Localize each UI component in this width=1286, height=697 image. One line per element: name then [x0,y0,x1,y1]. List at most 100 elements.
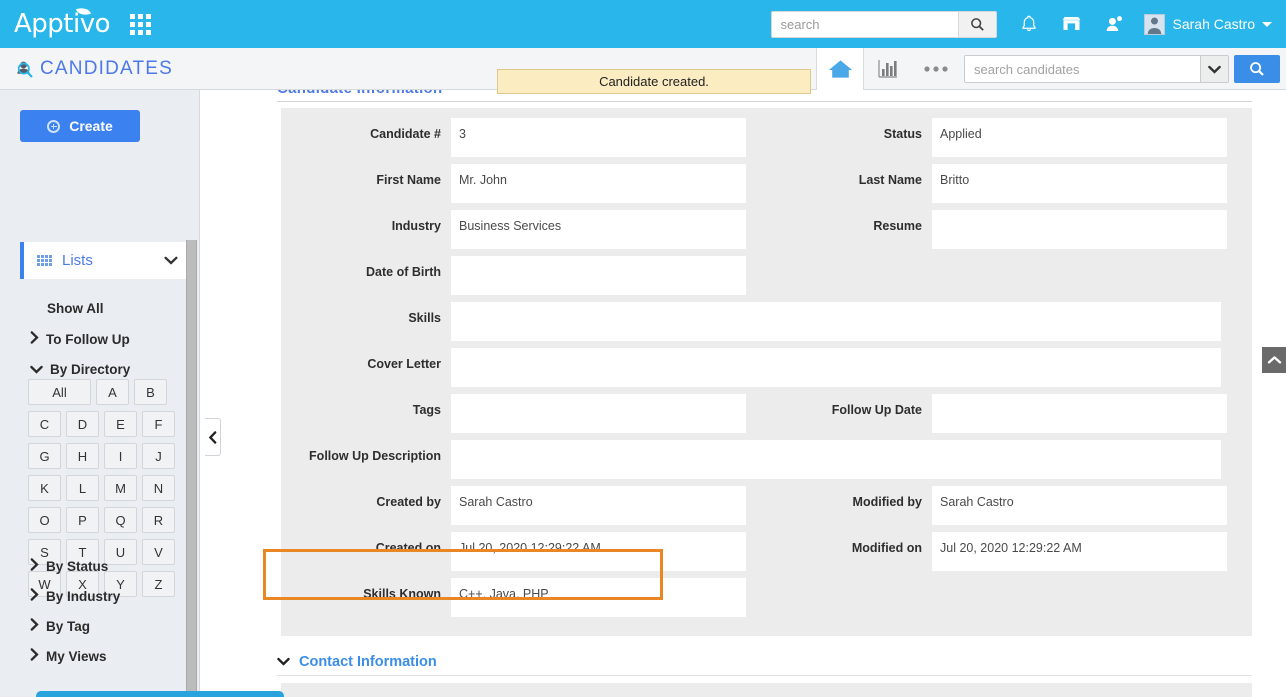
sidebar-item-by-industry[interactable]: By Industry [0,583,190,609]
chevron-right-icon [30,331,39,347]
alpha-button-o[interactable]: O [28,507,61,533]
alpha-button-n[interactable]: N [142,475,175,501]
avatar [1144,14,1165,35]
field-row-skills-known: Skills Known C++, Java, PHP [281,578,1252,617]
candidate-search-button[interactable] [1234,55,1280,83]
alpha-button-l[interactable]: L [66,475,99,501]
date-of-birth-label: Date of Birth [281,256,451,279]
grid-apps-icon[interactable] [130,14,151,35]
follow-up-date-label: Follow Up Date [764,394,932,417]
candidate-search [964,55,1280,83]
alpha-button-e[interactable]: E [104,411,137,437]
first-name-value[interactable]: Mr. John [451,164,746,203]
alpha-button-c[interactable]: C [28,411,61,437]
candidate-number-value[interactable]: 3 [451,118,746,157]
date-of-birth-value[interactable] [451,256,746,295]
more-options-button[interactable] [912,48,960,90]
contact-information-header[interactable]: Contact Information [277,653,437,671]
field-row-names: First Name Mr. John Last Name Britto [281,164,1252,203]
user-menu[interactable]: Sarah Castro [1144,14,1272,35]
chevron-right-icon [30,588,39,604]
contacts-button[interactable] [1104,14,1124,34]
sidebar-item-label: To Follow Up [46,332,130,347]
field-row-dob: Date of Birth [281,256,1252,295]
skills-known-label: Skills Known [281,578,451,601]
home-button[interactable] [816,48,864,90]
resume-label: Resume [764,210,932,233]
alpha-button-b[interactable]: B [134,379,167,405]
field-row-cover-letter: Cover Letter [281,348,1252,387]
created-by-label: Created by [281,486,451,509]
module-toolbar [816,48,1286,90]
skills-value[interactable] [451,302,1221,341]
alpha-button-a[interactable]: A [96,379,129,405]
top-bar-right: Sarah Castro [771,11,1286,38]
alpha-button-k[interactable]: K [28,475,61,501]
cover-letter-label: Cover Letter [281,348,451,371]
sidebar-item-by-status[interactable]: By Status [0,553,190,579]
modified-on-label: Modified on [764,532,932,555]
chevron-down-icon [164,252,178,270]
alpha-button-i[interactable]: I [104,443,137,469]
alpha-button-h[interactable]: H [66,443,99,469]
alpha-button-all[interactable]: All [28,379,91,405]
chevron-down-icon [1262,22,1272,27]
left-sidebar: Create Lists Show All To Follow Up [0,90,200,697]
create-button[interactable]: Create [20,110,140,142]
alpha-button-f[interactable]: F [142,411,175,437]
follow-up-date-value[interactable] [932,394,1227,433]
sidebar-collapse-handle[interactable] [205,418,221,456]
skills-known-value[interactable]: C++, Java, PHP [451,578,746,617]
modified-on-value: Jul 20, 2020 12:29:22 AM [932,532,1227,571]
reports-button[interactable] [864,48,912,90]
sidebar-scrollbar[interactable] [186,240,197,697]
alpha-button-g[interactable]: G [28,443,61,469]
candidate-search-input[interactable] [965,56,1200,82]
brand-name: Apptivo [14,9,110,39]
sidebar-item-to-follow-up[interactable]: To Follow Up [0,326,190,352]
cover-letter-value[interactable] [451,348,1221,387]
avatar-icon [1145,15,1164,34]
toast-message: Candidate created. [599,74,709,89]
user-name: Sarah Castro [1173,16,1255,32]
tags-label: Tags [281,394,451,417]
global-search-button[interactable] [958,12,996,37]
store-icon [1061,14,1082,34]
apptivo-logo[interactable]: Apptivo [14,9,110,39]
alpha-button-q[interactable]: Q [104,507,137,533]
field-row-created-modified-by: Created by Sarah Castro Modified by Sara… [281,486,1252,525]
alpha-button-r[interactable]: R [142,507,175,533]
global-search-input[interactable] [772,12,958,37]
first-name-label: First Name [281,164,451,187]
sidebar-item-show-all[interactable]: Show All [0,295,190,321]
sidebar-item-by-tag[interactable]: By Tag [0,613,190,639]
alphabet-row: C D E F [28,411,188,437]
alpha-button-m[interactable]: M [104,475,137,501]
bar-chart-icon [876,58,900,80]
modified-by-label: Modified by [764,486,932,509]
follow-up-description-value[interactable] [451,440,1221,479]
candidate-information-header[interactable]: Candidate Information [277,90,442,97]
created-on-label: Created on [281,532,451,555]
tags-value[interactable] [451,394,746,433]
notifications-button[interactable] [1019,14,1039,34]
scroll-to-top-button[interactable] [1262,347,1286,373]
alphabet-row: All A B [28,379,188,405]
notification-toast: Candidate created. [497,69,811,94]
alpha-button-p[interactable]: P [66,507,99,533]
candidate-number-label: Candidate # [281,118,451,141]
alpha-button-j[interactable]: J [142,443,175,469]
status-value[interactable]: Applied [932,118,1227,157]
modified-by-value: Sarah Castro [932,486,1227,525]
alpha-button-d[interactable]: D [66,411,99,437]
resume-value[interactable] [932,210,1227,249]
industry-value[interactable]: Business Services [451,210,746,249]
contact-section-title: Contact Information [299,654,437,670]
marketplace-button[interactable] [1061,14,1082,34]
last-name-value[interactable]: Britto [932,164,1227,203]
lists-header[interactable]: Lists [20,242,190,279]
candidate-search-wrapper [964,55,1229,83]
sidebar-item-my-views[interactable]: My Views [0,643,190,669]
candidate-search-dropdown[interactable] [1200,56,1228,82]
sidebar-item-label: My Views [46,649,107,664]
